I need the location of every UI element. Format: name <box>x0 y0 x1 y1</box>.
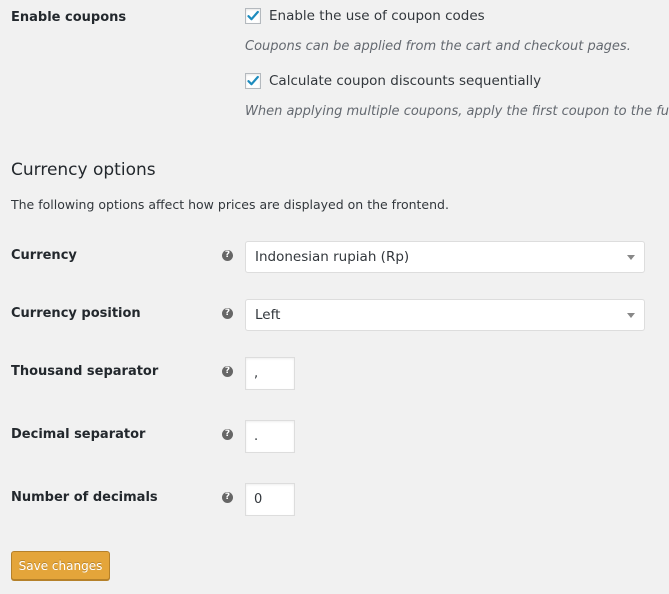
sequential-coupons-description: When applying multiple coupons, apply th… <box>245 104 669 119</box>
enable-coupons-label: Enable coupons <box>11 10 127 25</box>
help-icon[interactable]: ? <box>222 308 233 319</box>
chevron-down-icon <box>627 255 635 260</box>
sequential-coupons-checkbox-label[interactable]: Calculate coupon discounts sequentially <box>269 73 541 89</box>
currency-position-select[interactable]: Left <box>245 299 645 331</box>
currency-options-description: The following options affect how prices … <box>11 197 449 212</box>
number-of-decimals-input[interactable] <box>245 483 295 516</box>
decimal-separator-label: Decimal separator <box>11 427 146 442</box>
currency-select[interactable]: Indonesian rupiah (Rp) <box>245 241 645 273</box>
enable-coupons-checkbox-label[interactable]: Enable the use of coupon codes <box>269 8 485 24</box>
number-of-decimals-label: Number of decimals <box>11 490 158 505</box>
enable-coupons-checkbox[interactable] <box>245 8 261 24</box>
help-icon[interactable]: ? <box>222 366 233 377</box>
chevron-down-icon <box>627 313 635 318</box>
enable-coupons-description: Coupons can be applied from the cart and… <box>245 39 631 54</box>
checkmark-icon <box>247 75 259 86</box>
currency-options-title: Currency options <box>11 160 156 180</box>
checkmark-icon <box>247 10 259 21</box>
help-icon[interactable]: ? <box>222 429 233 440</box>
currency-position-select-value: Left <box>255 307 281 323</box>
sequential-coupons-checkbox[interactable] <box>245 73 261 89</box>
help-icon[interactable]: ? <box>222 250 233 261</box>
decimal-separator-input[interactable] <box>245 420 295 453</box>
currency-select-value: Indonesian rupiah (Rp) <box>255 249 410 265</box>
help-icon[interactable]: ? <box>222 492 233 503</box>
currency-label: Currency <box>11 248 77 263</box>
thousand-separator-input[interactable] <box>245 357 295 390</box>
thousand-separator-label: Thousand separator <box>11 364 159 379</box>
save-changes-button[interactable]: Save changes <box>11 551 110 580</box>
currency-position-label: Currency position <box>11 306 141 321</box>
